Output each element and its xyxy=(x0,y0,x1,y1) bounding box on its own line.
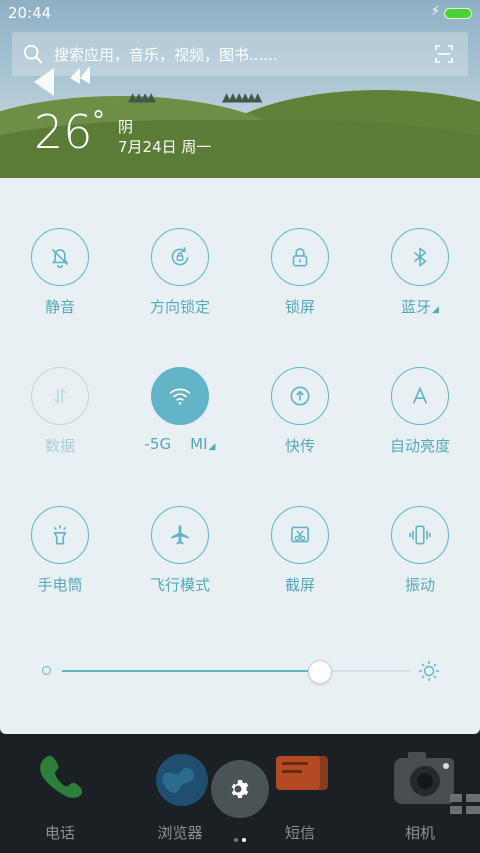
browser-icon xyxy=(156,754,208,806)
toggle-flashlight[interactable]: 手电筒 xyxy=(0,506,120,626)
auto-brightness-icon[interactable] xyxy=(391,367,449,425)
toggle-label: 蓝牙◢ xyxy=(401,298,439,316)
control-center-panel: 静音 方向锁定 锁屏 蓝牙◢ 数据 -5G MI◢ 快传 自动亮度 手电筒 飞行… xyxy=(0,178,480,734)
toggle-label: 静音 xyxy=(44,298,75,316)
app-grid-icon[interactable] xyxy=(450,792,480,822)
screenshot-icon[interactable] xyxy=(271,506,329,564)
toggle-airplane-mode[interactable]: 飞行模式 xyxy=(120,506,240,626)
toggle-quick-share[interactable]: 快传 xyxy=(240,367,360,487)
toggle-bluetooth[interactable]: 蓝牙◢ xyxy=(360,228,480,348)
app-label: 浏览器 xyxy=(157,824,203,842)
vibrate-icon[interactable] xyxy=(391,506,449,564)
status-bar: 20:44 ⚡ xyxy=(0,0,480,26)
toggle-label: 方向锁定 xyxy=(149,298,210,316)
gear-icon xyxy=(231,780,249,798)
toggle-silent[interactable]: 静音 xyxy=(0,228,120,348)
toggle-auto-brightness[interactable]: 自动亮度 xyxy=(360,367,480,487)
brightness-fill xyxy=(62,670,320,672)
phone-icon xyxy=(40,755,83,798)
rotation-lock-icon[interactable] xyxy=(151,228,209,286)
bluetooth-icon[interactable] xyxy=(391,228,449,286)
toggle-label: 快传 xyxy=(284,437,315,455)
toggle-lock-screen[interactable]: 锁屏 xyxy=(240,228,360,348)
settings-button[interactable] xyxy=(211,760,269,818)
weather-condition: 阴 xyxy=(118,118,134,136)
toggle-mobile-data[interactable]: 数据 xyxy=(0,367,120,487)
toggle-vibrate[interactable]: 振动 xyxy=(360,506,480,626)
app-phone[interactable]: 电话 xyxy=(0,734,120,853)
toggle-screenshot[interactable]: 截屏 xyxy=(240,506,360,626)
share-upload-icon[interactable] xyxy=(271,367,329,425)
wifi-icon[interactable] xyxy=(151,367,209,425)
brightness-track[interactable] xyxy=(62,660,410,684)
wallpaper-trees: ▲▲▲▲▲▲ xyxy=(222,90,262,104)
app-label: 电话 xyxy=(44,824,75,842)
page-dot xyxy=(234,838,238,842)
data-arrows-icon[interactable] xyxy=(31,367,89,425)
toggle-label: 锁屏 xyxy=(284,298,315,316)
toggle-rotation-lock[interactable]: 方向锁定 xyxy=(120,228,240,348)
brightness-high-icon xyxy=(419,661,439,681)
bolt-icon: ⚡ xyxy=(430,4,440,19)
brightness-slider[interactable] xyxy=(40,660,440,684)
status-time: 20:44 xyxy=(8,4,52,22)
submenu-triangle-icon: ◢ xyxy=(432,305,439,315)
weather-date: 7月24日 周一 xyxy=(118,138,212,156)
messages-icon xyxy=(276,756,328,790)
battery-icon xyxy=(444,8,472,19)
toggle-label: 自动亮度 xyxy=(389,437,450,455)
toggle-wifi[interactable]: -5G MI◢ xyxy=(120,367,240,487)
toggle-label: 手电筒 xyxy=(37,576,83,594)
page-dot-active xyxy=(242,838,246,842)
toggle-label: 振动 xyxy=(404,576,435,594)
toggle-label: 数据 xyxy=(44,437,75,455)
weather-widget[interactable]: 26 ° 阴 7月24日 周一 xyxy=(34,105,211,159)
toggle-label: -5G MI◢ xyxy=(144,435,216,453)
scan-icon[interactable] xyxy=(434,44,454,64)
app-label: 短信 xyxy=(284,824,315,842)
airplane-icon[interactable] xyxy=(151,506,209,564)
brightness-low-icon xyxy=(42,666,51,675)
toggle-label: 截屏 xyxy=(284,576,315,594)
search-placeholder[interactable]: 搜索应用，音乐，视频，图书...... xyxy=(54,44,278,65)
toggle-label: 飞行模式 xyxy=(149,576,210,594)
page-indicator xyxy=(232,827,248,846)
degree-symbol: ° xyxy=(92,106,105,136)
app-label: 相机 xyxy=(404,824,435,842)
wallpaper-trees: ▲▲▲▲ xyxy=(128,90,156,104)
camera-icon xyxy=(394,752,454,804)
flashlight-icon[interactable] xyxy=(31,506,89,564)
temperature: 26 xyxy=(34,105,93,159)
submenu-triangle-icon: ◢ xyxy=(208,442,216,452)
bell-off-icon[interactable] xyxy=(31,228,89,286)
lock-icon[interactable] xyxy=(271,228,329,286)
search-bar[interactable]: 搜索应用，音乐，视频，图书...... xyxy=(12,32,468,76)
search-icon xyxy=(23,44,43,64)
brightness-knob[interactable] xyxy=(308,660,332,684)
